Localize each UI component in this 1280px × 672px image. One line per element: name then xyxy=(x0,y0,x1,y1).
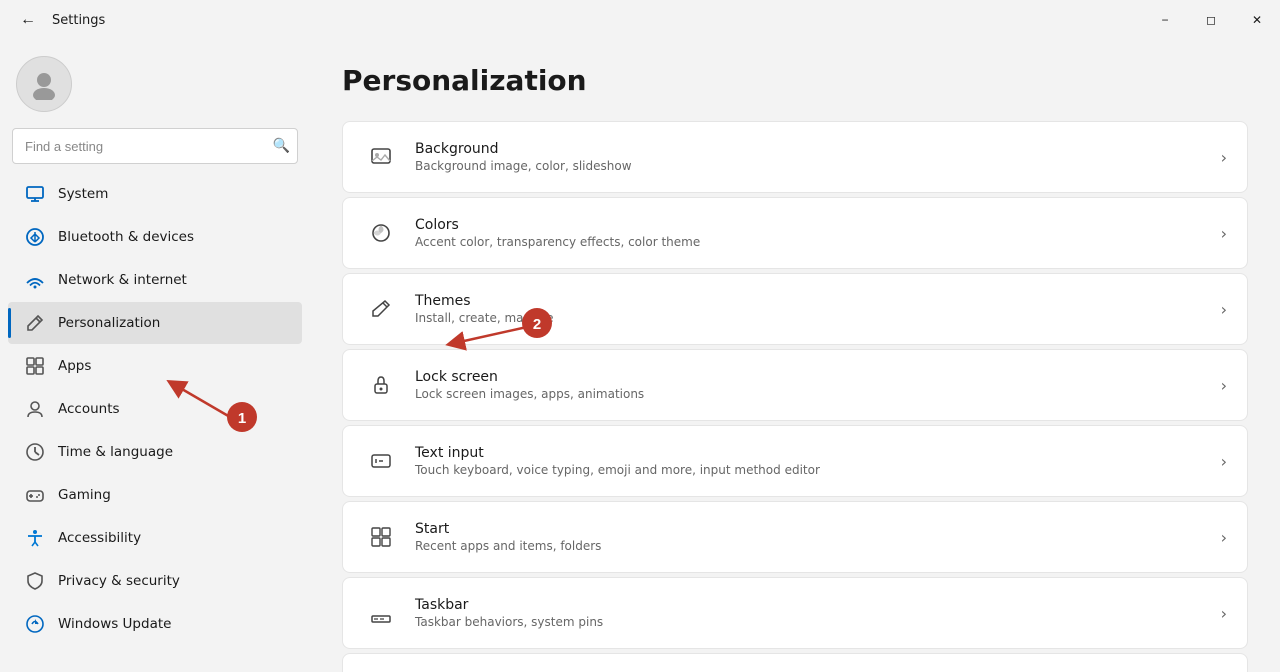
colors-title: Colors xyxy=(415,217,1221,233)
accounts-icon xyxy=(24,398,46,420)
background-chevron: › xyxy=(1221,148,1227,167)
user-avatar-section xyxy=(0,40,310,124)
lockscreen-icon xyxy=(363,367,399,403)
sidebar-item-apps[interactable]: Apps xyxy=(8,345,302,387)
sidebar-item-label-update: Windows Update xyxy=(58,616,171,632)
start-title: Start xyxy=(415,521,1221,537)
sidebar-item-accounts[interactable]: Accounts xyxy=(8,388,302,430)
background-icon xyxy=(363,139,399,175)
sidebar-item-label-network: Network & internet xyxy=(58,272,187,288)
network-icon xyxy=(24,269,46,291)
textinput-desc: Touch keyboard, voice typing, emoji and … xyxy=(415,463,1221,477)
textinput-chevron: › xyxy=(1221,452,1227,471)
taskbar-icon xyxy=(363,595,399,631)
sidebar-item-label-privacy: Privacy & security xyxy=(58,573,180,589)
lockscreen-title: Lock screen xyxy=(415,369,1221,385)
sidebar-item-label-time: Time & language xyxy=(58,444,173,460)
app-body: 🔍 System Bluetooth & devices Network & i… xyxy=(0,40,1280,672)
themes-chevron: › xyxy=(1221,300,1227,319)
sidebar-item-update[interactable]: Windows Update xyxy=(8,603,302,645)
start-chevron: › xyxy=(1221,528,1227,547)
colors-icon xyxy=(363,215,399,251)
title-bar: ← Settings − ◻ ✕ xyxy=(0,0,1280,40)
sidebar-item-label-bluetooth: Bluetooth & devices xyxy=(58,229,194,245)
sidebar-item-network[interactable]: Network & internet xyxy=(8,259,302,301)
textinput-icon xyxy=(363,443,399,479)
back-button[interactable]: ← xyxy=(12,0,44,40)
sidebar-item-label-accessibility: Accessibility xyxy=(58,530,141,546)
settings-item-themes[interactable]: Themes Install, create, manage › xyxy=(342,273,1248,345)
sidebar: 🔍 System Bluetooth & devices Network & i… xyxy=(0,40,310,672)
settings-list: Background Background image, color, slid… xyxy=(342,121,1248,672)
sidebar-item-accessibility[interactable]: Accessibility xyxy=(8,517,302,559)
search-box: 🔍 xyxy=(12,128,298,164)
privacy-icon xyxy=(24,570,46,592)
lockscreen-chevron: › xyxy=(1221,376,1227,395)
settings-item-fonts[interactable]: Aa Fonts › xyxy=(342,653,1248,672)
main-content: Personalization Background Background im… xyxy=(310,40,1280,672)
taskbar-desc: Taskbar behaviors, system pins xyxy=(415,615,1221,629)
accessibility-icon xyxy=(24,527,46,549)
colors-chevron: › xyxy=(1221,224,1227,243)
sidebar-item-label-accounts: Accounts xyxy=(58,401,120,417)
time-icon xyxy=(24,441,46,463)
sidebar-item-system[interactable]: System xyxy=(8,173,302,215)
sidebar-item-label-gaming: Gaming xyxy=(58,487,111,503)
apps-icon xyxy=(24,355,46,377)
search-input[interactable] xyxy=(12,128,298,164)
start-desc: Recent apps and items, folders xyxy=(415,539,1221,553)
avatar[interactable] xyxy=(16,56,72,112)
themes-title: Themes xyxy=(415,293,1221,309)
taskbar-chevron: › xyxy=(1221,604,1227,623)
title-bar-controls: − ◻ ✕ xyxy=(1142,0,1280,40)
nav-list: System Bluetooth & devices Network & int… xyxy=(0,172,310,646)
bluetooth-icon xyxy=(24,226,46,248)
settings-item-background[interactable]: Background Background image, color, slid… xyxy=(342,121,1248,193)
background-title: Background xyxy=(415,141,1221,157)
search-icon: 🔍 xyxy=(273,138,290,154)
settings-item-lockscreen[interactable]: Lock screen Lock screen images, apps, an… xyxy=(342,349,1248,421)
lockscreen-desc: Lock screen images, apps, animations xyxy=(415,387,1221,401)
update-icon xyxy=(24,613,46,635)
sidebar-item-bluetooth[interactable]: Bluetooth & devices xyxy=(8,216,302,258)
page-title: Personalization xyxy=(342,64,1248,97)
title-bar-title: Settings xyxy=(52,13,105,28)
system-icon xyxy=(24,183,46,205)
title-bar-left: ← Settings xyxy=(12,0,105,40)
settings-item-taskbar[interactable]: Taskbar Taskbar behaviors, system pins › xyxy=(342,577,1248,649)
sidebar-item-label-apps: Apps xyxy=(58,358,91,374)
gaming-icon xyxy=(24,484,46,506)
settings-item-textinput[interactable]: Text input Touch keyboard, voice typing,… xyxy=(342,425,1248,497)
taskbar-title: Taskbar xyxy=(415,597,1221,613)
themes-icon xyxy=(363,291,399,327)
settings-item-colors[interactable]: Colors Accent color, transparency effect… xyxy=(342,197,1248,269)
sidebar-item-label-personalization: Personalization xyxy=(58,315,160,331)
minimize-button[interactable]: − xyxy=(1142,0,1188,40)
sidebar-item-privacy[interactable]: Privacy & security xyxy=(8,560,302,602)
sidebar-item-time[interactable]: Time & language xyxy=(8,431,302,473)
textinput-title: Text input xyxy=(415,445,1221,461)
close-button[interactable]: ✕ xyxy=(1234,0,1280,40)
settings-item-start[interactable]: Start Recent apps and items, folders › xyxy=(342,501,1248,573)
colors-desc: Accent color, transparency effects, colo… xyxy=(415,235,1221,249)
sidebar-item-gaming[interactable]: Gaming xyxy=(8,474,302,516)
sidebar-item-label-system: System xyxy=(58,186,108,202)
background-desc: Background image, color, slideshow xyxy=(415,159,1221,173)
maximize-button[interactable]: ◻ xyxy=(1188,0,1234,40)
themes-desc: Install, create, manage xyxy=(415,311,1221,325)
personalization-icon xyxy=(24,312,46,334)
sidebar-item-personalization[interactable]: Personalization xyxy=(8,302,302,344)
start-icon xyxy=(363,519,399,555)
